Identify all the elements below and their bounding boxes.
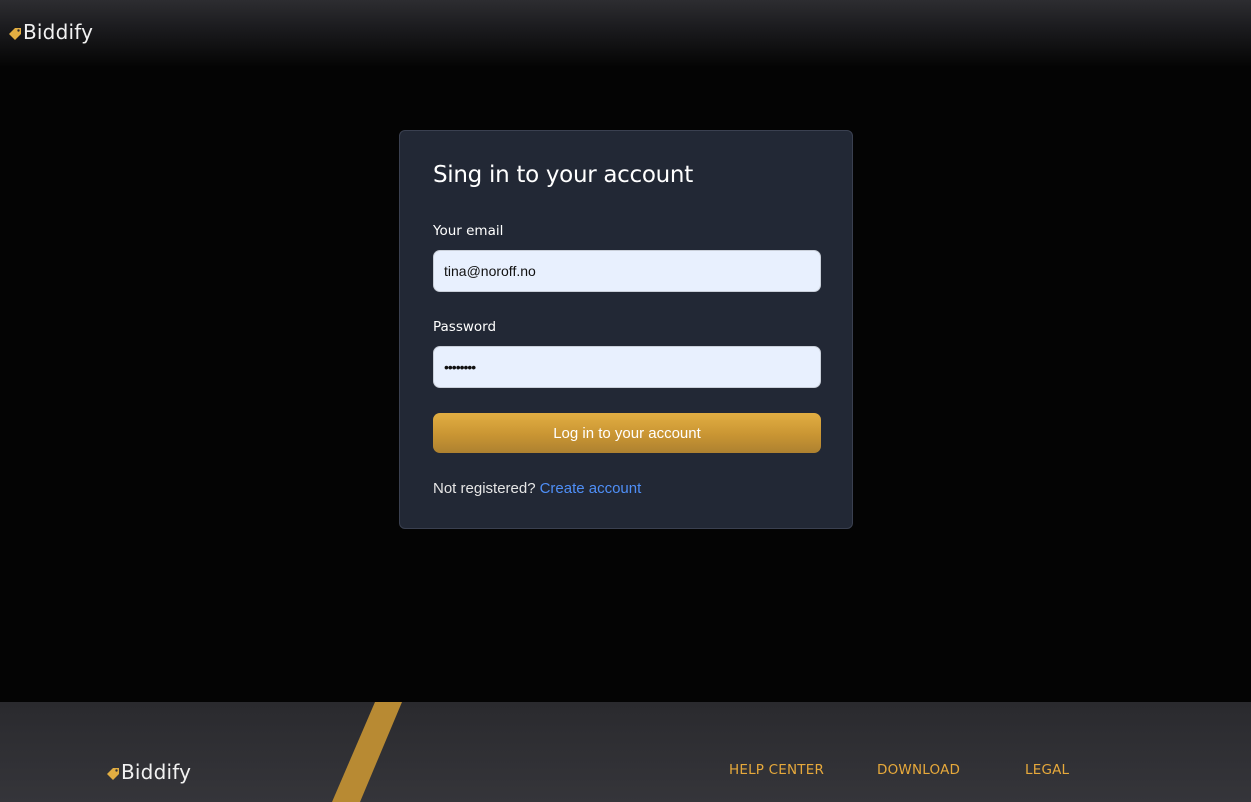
top-header: Biddify	[0, 0, 1251, 66]
footer-brand-name: Biddify	[121, 760, 192, 784]
password-field[interactable]	[433, 346, 821, 388]
login-card: Sing in to your account Your email Passw…	[399, 130, 853, 529]
footer-link-legal[interactable]: LEGAL	[1025, 762, 1069, 778]
brand-name: Biddify	[23, 20, 94, 44]
footer-brand-logo[interactable]: Biddify	[106, 760, 191, 784]
register-prompt: Not registered?	[433, 480, 536, 497]
footer-stripe-decoration	[332, 702, 402, 802]
email-label: Your email	[433, 223, 504, 239]
email-field[interactable]	[433, 250, 821, 292]
footer-link-help-center[interactable]: HELP CENTER	[729, 762, 824, 778]
brand-logo[interactable]: Biddify	[8, 20, 93, 44]
tag-icon	[107, 767, 119, 780]
page-title: Sing in to your account	[433, 162, 693, 188]
create-account-link[interactable]: Create account	[540, 480, 642, 497]
register-row: Not registered? Create account	[433, 480, 641, 497]
login-button[interactable]: Log in to your account	[433, 413, 821, 453]
password-label: Password	[433, 319, 497, 335]
footer: Biddify HELP CENTER DOWNLOAD LEGAL	[0, 702, 1251, 802]
footer-link-download[interactable]: DOWNLOAD	[877, 762, 960, 778]
tag-icon	[9, 27, 21, 40]
